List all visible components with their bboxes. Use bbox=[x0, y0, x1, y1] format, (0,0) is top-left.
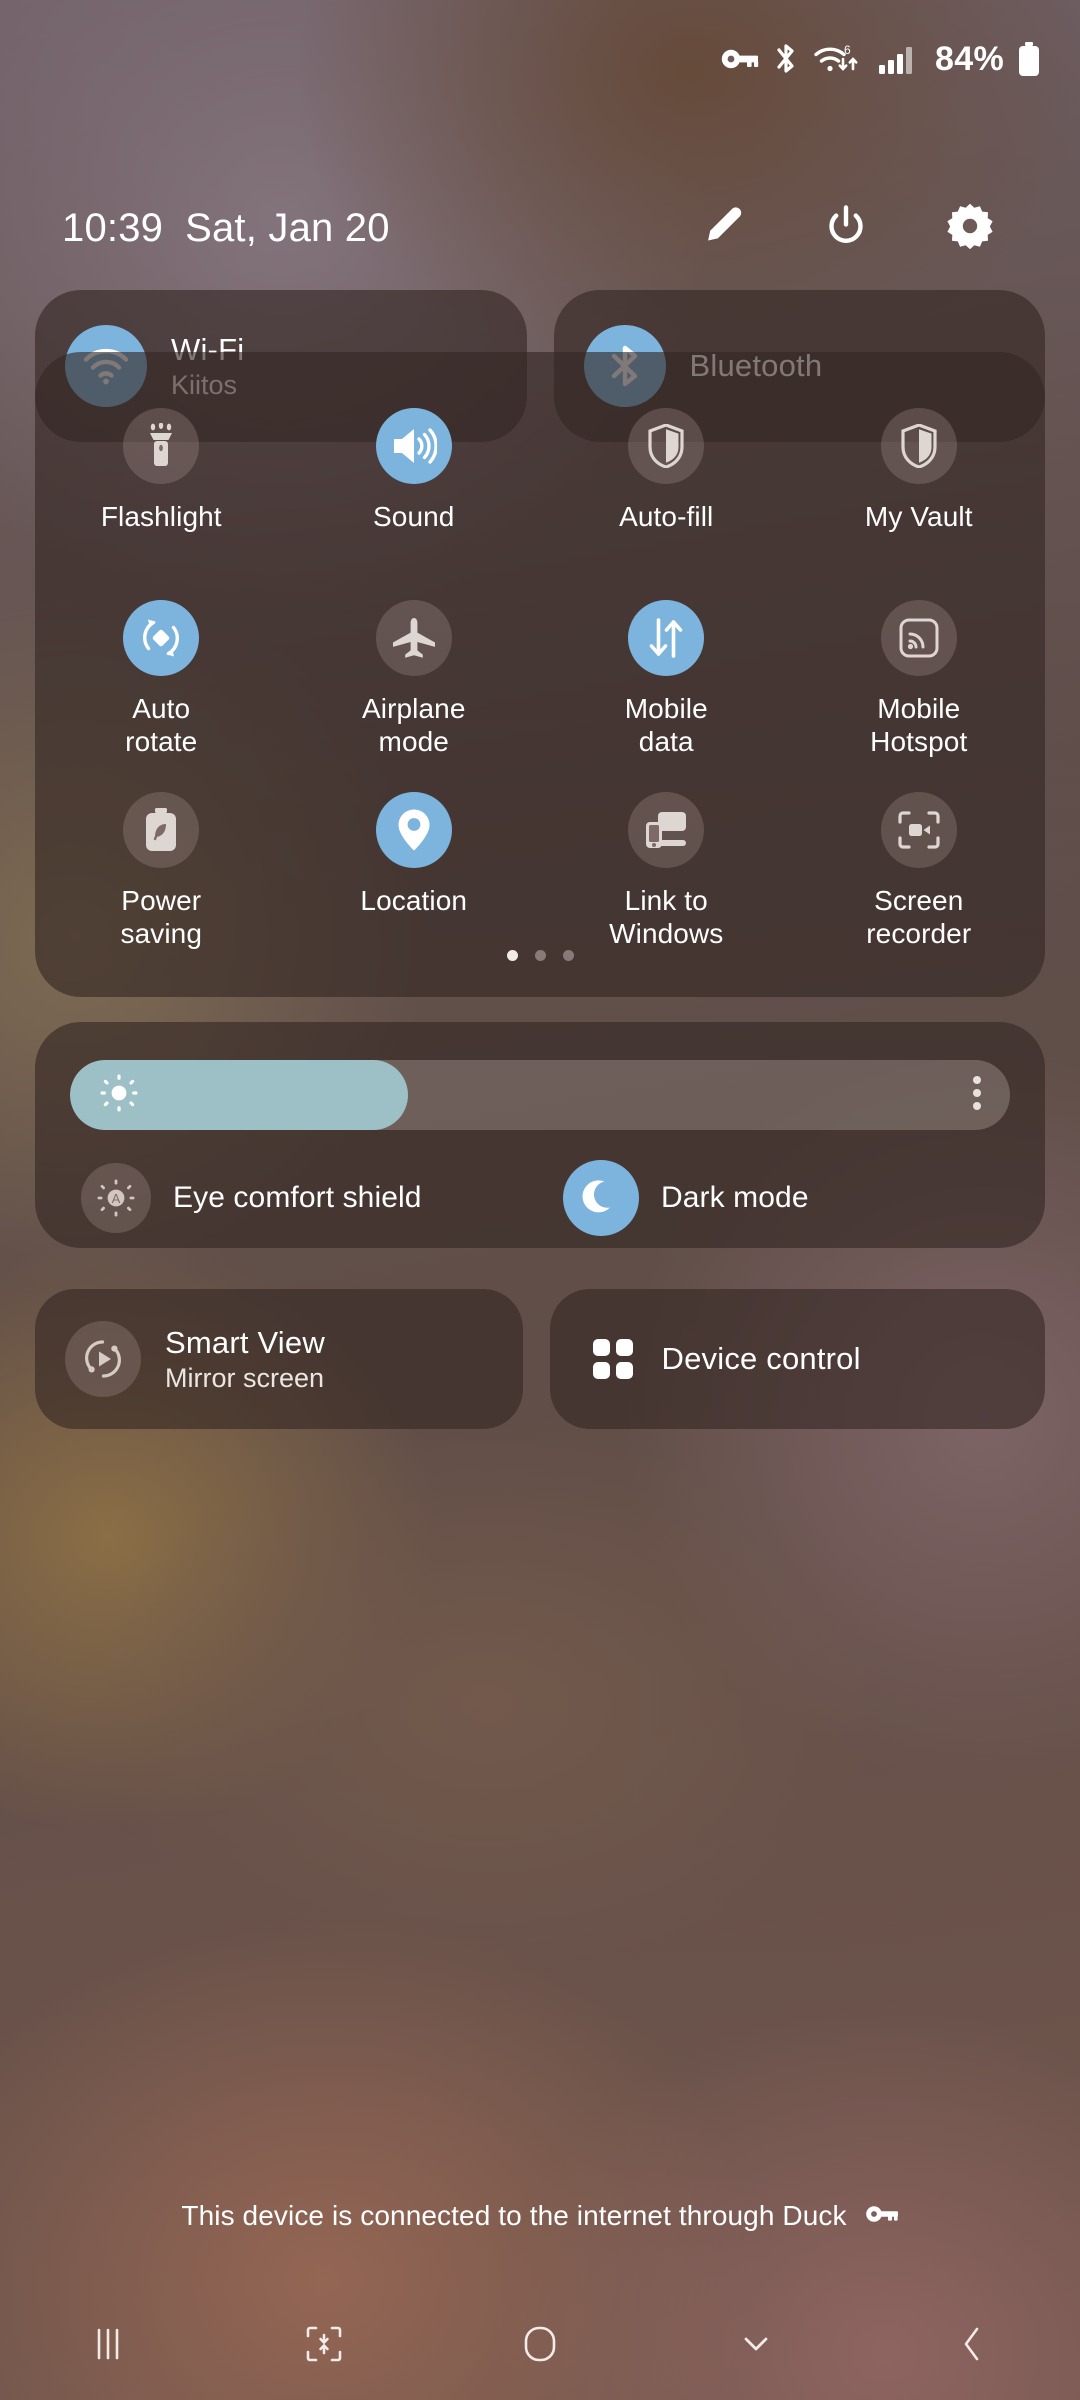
toggle-label: Airplane mode bbox=[361, 693, 466, 757]
nav-home-button[interactable] bbox=[432, 2326, 648, 2367]
nav-recents-button[interactable] bbox=[0, 2327, 216, 2366]
smart-view-title: Smart View bbox=[165, 1324, 325, 1360]
capture-frame-icon bbox=[306, 2326, 342, 2367]
toggle-label: Mobile data bbox=[624, 693, 708, 757]
eye-comfort-shield-toggle[interactable]: A Eye comfort shield bbox=[35, 1154, 563, 1242]
vpn-key-icon bbox=[865, 2201, 899, 2232]
bluetooth-icon bbox=[773, 41, 799, 77]
nav-screenshot-button[interactable] bbox=[216, 2326, 432, 2367]
toggle-mobile-hotspot[interactable]: Mobile Hotspot bbox=[793, 600, 1046, 792]
settings-button[interactable] bbox=[908, 186, 1032, 270]
chevron-left-icon bbox=[960, 2325, 984, 2368]
quick-toggles-grid: Flashlight Sound Auto-fill My Vault Auto… bbox=[35, 408, 1045, 984]
battery-percent-label: 84% bbox=[935, 39, 1004, 78]
device-control-icon bbox=[588, 1334, 638, 1384]
clock-label: 10:39 bbox=[62, 205, 164, 250]
date-label: Sat, Jan 20 bbox=[185, 205, 390, 250]
smart-view-tile[interactable]: Smart View Mirror screen bbox=[35, 1289, 523, 1429]
device-control-title: Device control bbox=[661, 1341, 861, 1376]
toggle-sound[interactable]: Sound bbox=[288, 408, 541, 600]
chevron-down-icon bbox=[740, 2332, 772, 2361]
svg-text:A: A bbox=[112, 1191, 121, 1206]
toggle-auto-fill[interactable]: Auto-fill bbox=[540, 408, 793, 600]
vpn-footer-text: This device is connected to the internet… bbox=[181, 2200, 847, 2231]
eye-comfort-icon: A bbox=[81, 1163, 151, 1233]
more-options-icon bbox=[972, 1074, 982, 1117]
page-dot[interactable] bbox=[562, 950, 574, 961]
gear-icon bbox=[947, 203, 993, 254]
toggle-label: My Vault bbox=[864, 501, 973, 532]
toggle-label: Power saving bbox=[120, 885, 203, 949]
toggle-label: Auto-fill bbox=[619, 501, 714, 532]
moon-icon bbox=[563, 1160, 639, 1236]
smart-view-subtitle: Mirror screen bbox=[165, 1362, 325, 1393]
eye-comfort-shield-label: Eye comfort shield bbox=[173, 1181, 422, 1214]
toggle-label: Sound bbox=[373, 501, 455, 532]
volume-icon bbox=[375, 408, 452, 484]
toggle-airplane-mode[interactable]: Airplane mode bbox=[288, 600, 541, 792]
brightness-card: A Eye comfort shield Dark mode bbox=[35, 1022, 1045, 1248]
wifi-6-icon: 6 bbox=[813, 41, 865, 77]
svg-text:6: 6 bbox=[844, 43, 851, 57]
toggle-label: Link to Windows bbox=[609, 885, 724, 949]
navigation-bar bbox=[0, 2292, 1080, 2400]
clock-date: 10:39 Sat, Jan 20 bbox=[62, 206, 390, 251]
location-pin-icon bbox=[375, 792, 452, 868]
shield-icon bbox=[628, 408, 705, 484]
hotspot-icon bbox=[880, 600, 957, 676]
pencil-icon bbox=[699, 203, 745, 254]
mobile-data-icon bbox=[628, 600, 705, 676]
vpn-key-icon bbox=[721, 44, 759, 74]
shield-icon bbox=[880, 408, 957, 484]
device-control-tile[interactable]: Device control bbox=[549, 1289, 1045, 1429]
panel-header: 10:39 Sat, Jan 20 bbox=[0, 186, 1080, 270]
toggle-my-vault[interactable]: My Vault bbox=[793, 408, 1046, 600]
toggle-label: Auto rotate bbox=[125, 693, 198, 757]
auto-rotate-icon bbox=[123, 600, 200, 676]
quick-toggles-card: Flashlight Sound Auto-fill My Vault Auto… bbox=[35, 352, 1045, 997]
power-button[interactable] bbox=[784, 186, 908, 270]
smart-view-icon bbox=[65, 1321, 141, 1397]
flashlight-icon bbox=[123, 408, 200, 484]
page-dot[interactable] bbox=[506, 950, 518, 961]
toggle-flashlight[interactable]: Flashlight bbox=[35, 408, 288, 600]
toggle-auto-rotate[interactable]: Auto rotate bbox=[35, 600, 288, 792]
nav-collapse-button[interactable] bbox=[648, 2332, 864, 2361]
brightness-slider[interactable] bbox=[70, 1060, 1010, 1130]
toggle-label: Flashlight bbox=[100, 501, 222, 532]
link-to-windows-icon bbox=[628, 792, 705, 868]
vpn-footer[interactable]: This device is connected to the internet… bbox=[0, 2194, 1080, 2238]
screen-recorder-icon bbox=[880, 792, 957, 868]
power-icon bbox=[823, 203, 869, 254]
bottom-tiles: Smart View Mirror screen Device control bbox=[35, 1289, 1045, 1429]
brightness-sun-icon bbox=[100, 1074, 138, 1117]
display-modes-row: A Eye comfort shield Dark mode bbox=[35, 1154, 1045, 1242]
brightness-options-button[interactable] bbox=[972, 1060, 982, 1130]
edit-button[interactable] bbox=[660, 186, 784, 270]
battery-full-icon bbox=[1018, 42, 1040, 76]
signal-bars-icon bbox=[879, 44, 915, 74]
brightness-slider-fill bbox=[70, 1060, 409, 1130]
home-icon bbox=[524, 2326, 556, 2367]
dark-mode-label: Dark mode bbox=[661, 1181, 809, 1214]
toggle-mobile-data[interactable]: Mobile data bbox=[540, 600, 793, 792]
airplane-icon bbox=[375, 600, 452, 676]
page-indicator bbox=[35, 950, 1045, 961]
toggle-label: Mobile Hotspot bbox=[870, 693, 968, 757]
status-bar: 6 84% bbox=[0, 0, 1080, 118]
nav-back-button[interactable] bbox=[864, 2325, 1080, 2368]
dark-mode-toggle[interactable]: Dark mode bbox=[563, 1154, 1045, 1242]
toggle-label: Screen recorder bbox=[866, 885, 972, 949]
battery-leaf-icon bbox=[123, 792, 200, 868]
page-dot[interactable] bbox=[534, 950, 546, 961]
toggle-label: Location bbox=[360, 885, 468, 916]
recents-icon bbox=[93, 2327, 123, 2366]
quick-settings-panel: 6 84% 10:39 Sat, Jan 20 Wi-Fi Flashlight… bbox=[0, 0, 1080, 2400]
